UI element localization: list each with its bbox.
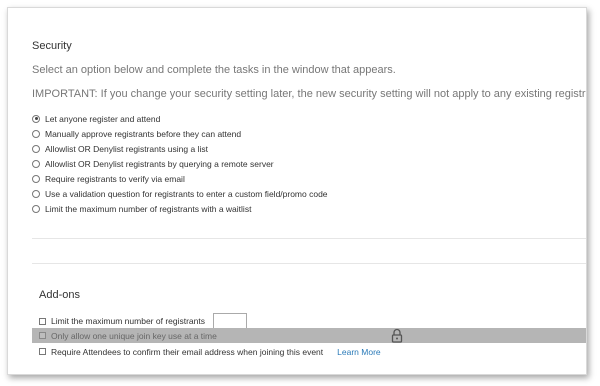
radio-button[interactable]: [32, 189, 40, 198]
radio-button[interactable]: [32, 204, 40, 213]
option-label: Require registrants to verify via email: [45, 173, 185, 184]
option-label: Limit the maximum number of registrants …: [45, 203, 252, 214]
option-let-anyone[interactable]: Let anyone register and attend: [32, 111, 328, 126]
security-options: Let anyone register and attend Manually …: [32, 111, 328, 216]
addon-label: Limit the maximum number of registrants: [51, 316, 205, 326]
radio-button[interactable]: [32, 174, 40, 183]
option-label: Manually approve registrants before they…: [45, 128, 242, 139]
addon-label: Only allow one unique join key use at a …: [51, 330, 217, 341]
option-label: Allowlist OR Denylist registrants by que…: [45, 158, 274, 169]
option-list[interactable]: Allowlist OR Denylist registrants using …: [32, 141, 328, 156]
unique-join-key-checkbox: [39, 332, 46, 339]
lock-icon: [390, 328, 404, 343]
option-label: Let anyone register and attend: [45, 113, 161, 124]
max-registrants-input[interactable]: [213, 312, 247, 330]
security-subtitle: Select an option below and complete the …: [32, 64, 396, 76]
option-remote-server[interactable]: Allowlist OR Denylist registrants by que…: [32, 156, 328, 171]
option-label: Use a validation question for registrant…: [45, 188, 328, 199]
radio-button[interactable]: [32, 129, 40, 138]
security-title: Security: [32, 40, 72, 52]
option-label: Allowlist OR Denylist registrants using …: [45, 143, 208, 154]
divider: [32, 238, 586, 239]
option-validation-question[interactable]: Use a validation question for registrant…: [32, 186, 328, 201]
option-manually-approve[interactable]: Manually approve registrants before they…: [32, 126, 328, 141]
radio-button[interactable]: [32, 144, 40, 153]
learn-more-link[interactable]: Learn More: [337, 347, 380, 357]
security-panel: Security Select an option below and comp…: [7, 7, 587, 375]
addon-confirm-email: Require Attendees to confirm their email…: [39, 344, 586, 359]
addon-label: Require Attendees to confirm their email…: [51, 346, 324, 357]
radio-button[interactable]: [32, 159, 40, 168]
divider: [32, 263, 586, 264]
important-note: IMPORTANT: If you change your security s…: [32, 88, 587, 100]
confirm-email-checkbox[interactable]: [39, 348, 46, 355]
addons-title: Add-ons: [39, 289, 80, 301]
max-registrants-checkbox[interactable]: [39, 317, 46, 325]
option-waitlist[interactable]: Limit the maximum number of registrants …: [32, 201, 328, 216]
radio-button[interactable]: [32, 114, 40, 123]
addon-unique-join-key: Only allow one unique join key use at a …: [32, 328, 586, 343]
option-verify-email[interactable]: Require registrants to verify via email: [32, 171, 328, 186]
